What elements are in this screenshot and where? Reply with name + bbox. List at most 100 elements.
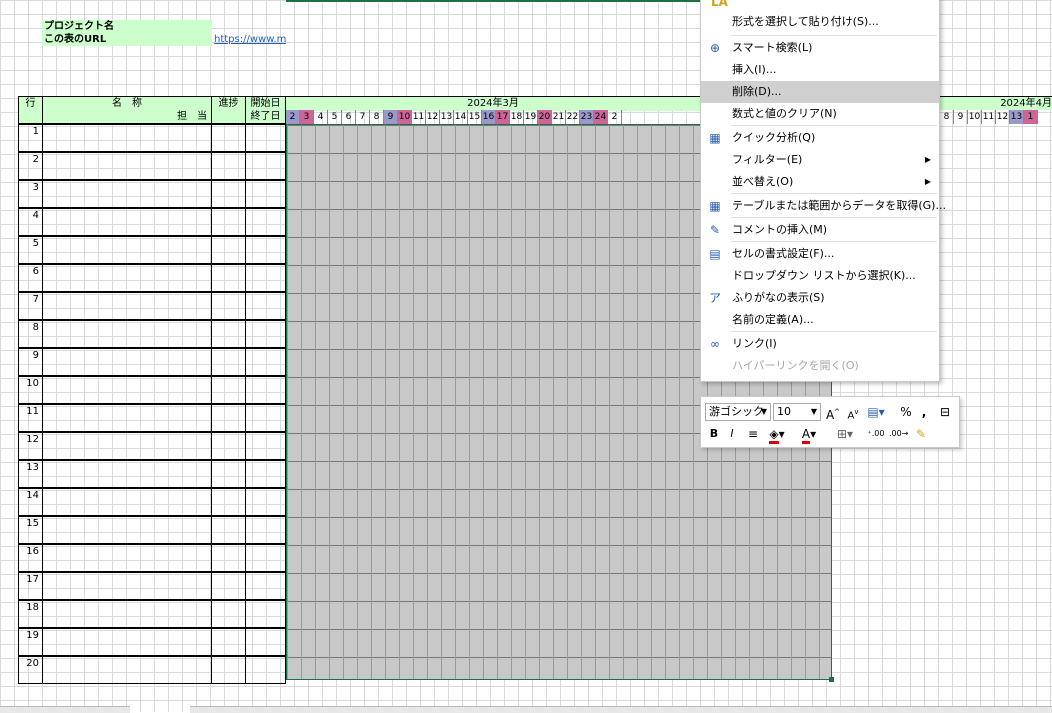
name-cell[interactable] bbox=[42, 348, 212, 376]
name-cell[interactable] bbox=[42, 600, 212, 628]
date-cell[interactable] bbox=[245, 292, 286, 320]
progress-cell[interactable] bbox=[211, 152, 246, 180]
progress-cell[interactable] bbox=[211, 292, 246, 320]
date-cell[interactable] bbox=[245, 264, 286, 292]
increase-decimal-icon[interactable]: ⁺.00 bbox=[867, 425, 885, 443]
date-cell[interactable] bbox=[245, 544, 286, 572]
comma-icon[interactable]: , bbox=[919, 403, 929, 421]
date-cell[interactable] bbox=[245, 180, 286, 208]
date-cell[interactable] bbox=[245, 152, 286, 180]
date-cell[interactable] bbox=[245, 320, 286, 348]
format-painter-icon[interactable]: ✎ bbox=[913, 425, 929, 443]
day-header-cell[interactable]: 13 bbox=[1010, 110, 1024, 124]
name-cell[interactable] bbox=[42, 124, 212, 152]
date-cell[interactable] bbox=[245, 124, 286, 152]
progress-cell[interactable] bbox=[211, 460, 246, 488]
progress-cell[interactable] bbox=[211, 516, 246, 544]
menu-item-11[interactable]: アふりがなの表示(S) bbox=[701, 287, 939, 309]
font-size-box[interactable]: 10 ▼ bbox=[773, 403, 821, 421]
day-header-cell[interactable]: 13 bbox=[440, 110, 454, 124]
date-cell[interactable] bbox=[245, 404, 286, 432]
name-cell[interactable] bbox=[42, 376, 212, 404]
menu-item-1[interactable]: 挿入(I)... bbox=[701, 59, 939, 81]
name-cell[interactable] bbox=[42, 292, 212, 320]
date-cell[interactable] bbox=[245, 516, 286, 544]
day-header-cell[interactable]: 17 bbox=[496, 110, 510, 124]
name-cell[interactable] bbox=[42, 432, 212, 460]
date-cell[interactable] bbox=[245, 600, 286, 628]
day-header-cell[interactable]: 8 bbox=[370, 110, 384, 124]
april-month-header[interactable]: 2024年4月 bbox=[940, 96, 1052, 110]
day-header-cell[interactable]: 18 bbox=[510, 110, 524, 124]
name-cell[interactable] bbox=[42, 628, 212, 656]
number-format-icon[interactable]: ▤▾ bbox=[865, 403, 887, 421]
name-cell[interactable] bbox=[42, 516, 212, 544]
menu-item-13[interactable]: ∞ リンク(I) bbox=[701, 333, 939, 355]
day-header-cell[interactable]: 21 bbox=[552, 110, 566, 124]
progress-cell[interactable] bbox=[211, 124, 246, 152]
date-cell[interactable] bbox=[245, 656, 286, 684]
name-cell[interactable] bbox=[42, 264, 212, 292]
italic-icon[interactable]: I bbox=[725, 425, 739, 443]
day-header-cell[interactable]: 23 bbox=[580, 110, 594, 124]
day-header-cell[interactable]: 16 bbox=[482, 110, 496, 124]
day-header-cell[interactable]: 15 bbox=[468, 110, 482, 124]
progress-cell[interactable] bbox=[211, 236, 246, 264]
progress-cell[interactable] bbox=[211, 264, 246, 292]
day-header-cell[interactable]: 24 bbox=[594, 110, 608, 124]
menu-item-2[interactable]: 削除(D)... bbox=[701, 81, 939, 103]
fill-handle[interactable] bbox=[829, 677, 834, 682]
align-center-icon[interactable]: ≡ bbox=[745, 425, 761, 443]
progress-cell[interactable] bbox=[211, 320, 246, 348]
decrease-font-icon[interactable]: Av bbox=[845, 403, 861, 425]
progress-cell[interactable] bbox=[211, 208, 246, 236]
progress-cell[interactable] bbox=[211, 544, 246, 572]
menu-item-7[interactable]: ▦ テーブルまたは範囲からデータを取得(G)... bbox=[701, 195, 946, 217]
progress-column-header[interactable]: 進捗 bbox=[211, 96, 246, 124]
day-header-cell[interactable]: 10 bbox=[968, 110, 982, 124]
name-cell[interactable] bbox=[42, 572, 212, 600]
day-header-cell[interactable]: 22 bbox=[566, 110, 580, 124]
decrease-decimal-icon[interactable]: .00→ bbox=[889, 425, 908, 443]
url-label[interactable]: この表のURL bbox=[42, 33, 212, 46]
day-header-cell[interactable]: 12 bbox=[426, 110, 440, 124]
menu-item-paste-special[interactable]: 形式を選択して貼り付け(S)... bbox=[701, 11, 939, 33]
menu-item-6[interactable]: 並べ替え(O) ▶ bbox=[701, 171, 939, 193]
progress-cell[interactable] bbox=[211, 180, 246, 208]
menu-item-8[interactable]: ✎ コメントの挿入(M) bbox=[701, 219, 939, 241]
day-header-cell[interactable]: 1 bbox=[1024, 110, 1038, 124]
progress-cell[interactable] bbox=[211, 348, 246, 376]
day-header-cell[interactable]: 5 bbox=[328, 110, 342, 124]
name-cell[interactable] bbox=[42, 208, 212, 236]
menu-item-0[interactable]: ⊕ スマート検索(L) bbox=[701, 37, 939, 59]
day-header-cell[interactable]: 10 bbox=[398, 110, 412, 124]
day-header-cell[interactable]: 9 bbox=[384, 110, 398, 124]
date-cell[interactable] bbox=[245, 572, 286, 600]
menu-item-4[interactable]: ▦ クイック分析(Q) bbox=[701, 127, 939, 149]
date-cell[interactable] bbox=[245, 488, 286, 516]
date-cell[interactable] bbox=[245, 348, 286, 376]
day-header-cell[interactable]: 11 bbox=[982, 110, 996, 124]
borders-icon[interactable]: ⊞▾ bbox=[833, 425, 857, 443]
progress-cell[interactable] bbox=[211, 628, 246, 656]
menu-item-9[interactable]: ▤ セルの書式設定(F)... bbox=[701, 243, 939, 265]
fill-color-icon[interactable]: ◈▾ bbox=[765, 425, 789, 444]
day-header-cell[interactable]: 8 bbox=[940, 110, 954, 124]
name-cell[interactable] bbox=[42, 460, 212, 488]
font-name-box[interactable]: 游ゴシック ▼ bbox=[705, 403, 771, 421]
day-header-cell[interactable]: 19 bbox=[524, 110, 538, 124]
name-cell[interactable] bbox=[42, 656, 212, 684]
name-column-header[interactable]: 名 称 担 当 bbox=[42, 96, 212, 124]
name-cell[interactable] bbox=[42, 488, 212, 516]
progress-cell[interactable] bbox=[211, 656, 246, 684]
day-header-cell[interactable]: 4 bbox=[314, 110, 328, 124]
day-header-cell[interactable]: 7 bbox=[356, 110, 370, 124]
project-name-label[interactable]: プロジェクト名 bbox=[42, 20, 212, 33]
menu-item-3[interactable]: 数式と値のクリア(N) bbox=[701, 103, 939, 125]
name-cell[interactable] bbox=[42, 320, 212, 348]
progress-cell[interactable] bbox=[211, 572, 246, 600]
day-header-cell[interactable]: 14 bbox=[454, 110, 468, 124]
day-header-cell[interactable]: 3 bbox=[300, 110, 314, 124]
date-column-header[interactable]: 開始日 終了日 bbox=[245, 96, 286, 124]
menu-item-10[interactable]: ドロップダウン リストから選択(K)... bbox=[701, 265, 939, 287]
